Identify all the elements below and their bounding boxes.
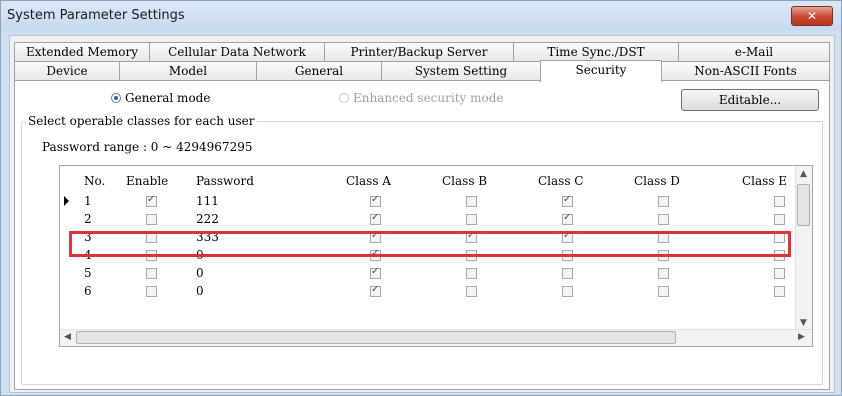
tab-model[interactable]: Model <box>119 61 257 81</box>
class-d-checkbox[interactable] <box>658 286 669 297</box>
horizontal-scroll-thumb[interactable] <box>76 331 676 344</box>
class-c-checkbox[interactable] <box>562 194 573 207</box>
scroll-left-arrow-icon[interactable]: ◀ <box>64 332 71 342</box>
general-mode-radio[interactable]: General mode <box>111 91 210 105</box>
tab-extended-memory[interactable]: Extended Memory <box>14 42 150 62</box>
cell-password[interactable]: 0 <box>196 264 204 282</box>
col-enable[interactable]: Enable <box>126 172 168 190</box>
cell-no[interactable]: 5 <box>84 264 92 282</box>
group-label: Select operable classes for each user <box>26 114 257 128</box>
col-no[interactable]: No. <box>84 172 105 190</box>
horizontal-scrollbar[interactable]: ◀ ▶ <box>60 329 812 346</box>
tab-non-ascii-fonts[interactable]: Non-ASCII Fonts <box>661 61 830 81</box>
vertical-scrollbar[interactable]: ▲ ▼ <box>795 166 812 340</box>
general-mode-label: General mode <box>125 91 211 105</box>
tab-general[interactable]: General <box>256 61 382 81</box>
class-c-checkbox[interactable] <box>562 286 573 297</box>
class-d-checkbox[interactable] <box>658 268 669 279</box>
tab-security[interactable]: Security <box>540 60 662 82</box>
tab-row-bottom: Device Model General System Setting Secu… <box>14 60 830 82</box>
cell-password[interactable]: 0 <box>196 282 204 300</box>
enhanced-security-mode-radio: Enhanced security mode <box>339 91 504 105</box>
password-range-text: Password range : 0 ~ 4294967295 <box>42 140 253 154</box>
editable-button[interactable]: Editable... <box>681 89 819 111</box>
col-class-a[interactable]: Class A <box>346 172 391 190</box>
class-d-checkbox[interactable] <box>658 196 669 207</box>
enhanced-mode-label: Enhanced security mode <box>353 91 504 105</box>
scroll-down-arrow-icon[interactable]: ▼ <box>800 318 807 328</box>
table-row[interactable]: 50 <box>60 264 790 282</box>
grid-header-row: No. Enable Password Class A Class B Clas… <box>60 172 800 190</box>
class-b-checkbox[interactable] <box>466 214 477 225</box>
tab-time-sync-dst[interactable]: Time Sync./DST <box>513 42 679 62</box>
cell-no[interactable]: 2 <box>84 210 92 228</box>
col-class-d[interactable]: Class D <box>634 172 680 190</box>
class-e-checkbox[interactable] <box>774 286 785 297</box>
enable-checkbox[interactable] <box>146 194 157 207</box>
cell-no[interactable]: 1 <box>84 192 92 210</box>
col-password[interactable]: Password <box>196 172 254 190</box>
tab-device[interactable]: Device <box>14 61 120 81</box>
class-e-checkbox[interactable] <box>774 214 785 225</box>
system-parameter-settings-window: System Parameter Settings ✕ Extended Mem… <box>0 0 842 396</box>
class-e-checkbox[interactable] <box>774 268 785 279</box>
current-row-indicator-icon <box>64 196 69 206</box>
close-button[interactable]: ✕ <box>791 6 833 26</box>
col-class-c[interactable]: Class C <box>538 172 584 190</box>
table-row[interactable]: 2 222 <box>60 210 790 228</box>
class-a-checkbox[interactable] <box>370 212 381 225</box>
radio-unselected-icon <box>339 93 349 103</box>
col-class-e[interactable]: Class E <box>742 172 787 190</box>
vertical-scroll-thumb[interactable] <box>797 184 810 226</box>
window-title: System Parameter Settings <box>7 8 185 23</box>
enable-checkbox[interactable] <box>146 286 157 297</box>
tab-cellular-data-network[interactable]: Cellular Data Network <box>149 42 325 62</box>
tab-row-top: Extended Memory Cellular Data Network Pr… <box>14 42 830 63</box>
row-highlight-box <box>69 231 791 257</box>
class-c-checkbox[interactable] <box>562 212 573 225</box>
class-a-checkbox[interactable] <box>370 266 381 279</box>
class-b-checkbox[interactable] <box>466 268 477 279</box>
class-b-checkbox[interactable] <box>466 286 477 297</box>
cell-no[interactable]: 6 <box>84 282 92 300</box>
table-row[interactable]: 1111 <box>60 192 790 210</box>
class-b-checkbox[interactable] <box>466 196 477 207</box>
tab-e-mail[interactable]: e-Mail <box>678 42 830 62</box>
cell-password[interactable]: 111 <box>196 192 219 210</box>
tab-system-setting[interactable]: System Setting <box>381 61 541 81</box>
scroll-right-arrow-icon[interactable]: ▶ <box>798 332 805 342</box>
class-a-checkbox[interactable] <box>370 284 381 297</box>
table-row[interactable]: 60 <box>60 282 790 300</box>
dialog-client-area: Extended Memory Cellular Data Network Pr… <box>9 35 835 393</box>
class-c-checkbox[interactable] <box>562 268 573 279</box>
tab-printer-backup-server[interactable]: Printer/Backup Server <box>324 42 514 62</box>
enable-checkbox[interactable] <box>146 214 157 225</box>
cell-password[interactable]: 222 <box>196 210 219 228</box>
col-class-b[interactable]: Class B <box>442 172 487 190</box>
class-d-checkbox[interactable] <box>658 214 669 225</box>
class-e-checkbox[interactable] <box>774 196 785 207</box>
enable-checkbox[interactable] <box>146 268 157 279</box>
class-a-checkbox[interactable] <box>370 194 381 207</box>
title-bar[interactable]: System Parameter Settings ✕ <box>1 1 841 31</box>
scroll-up-arrow-icon[interactable]: ▲ <box>800 169 807 179</box>
radio-selected-icon <box>111 93 121 103</box>
